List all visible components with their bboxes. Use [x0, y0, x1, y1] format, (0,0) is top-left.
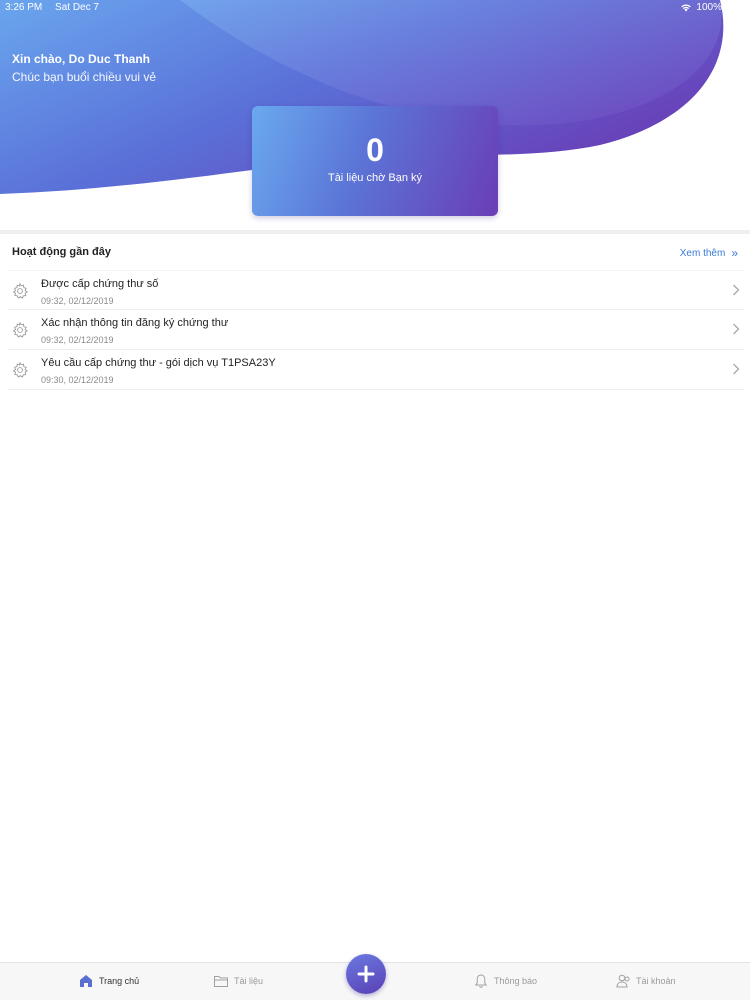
plus-icon — [357, 965, 375, 983]
tab-home-label: Trang chủ — [99, 976, 140, 986]
pending-documents-card[interactable]: 0 Tài liệu chờ Bạn ký — [252, 106, 498, 216]
tab-documents-label: Tài liệu — [234, 976, 264, 986]
activity-item[interactable]: Được cấp chứng thư số 09:32, 02/12/2019 — [8, 270, 744, 310]
double-chevron-right-icon: » — [731, 246, 738, 260]
activity-title: Xác nhận thông tin đăng ký chứng thư — [41, 317, 229, 329]
chevron-right-icon — [733, 323, 740, 335]
activity-time: 09:32, 02/12/2019 — [41, 296, 114, 306]
activity-time: 09:30, 02/12/2019 — [41, 375, 114, 385]
pending-label: Tài liệu chờ Bạn ký — [327, 172, 423, 184]
status-bar: 3:26 PM Sat Dec 7 100% — [0, 0, 750, 16]
user-icon — [616, 974, 630, 988]
activity-list: Được cấp chứng thư số 09:32, 02/12/2019 … — [0, 270, 750, 390]
recent-activity-header: Hoạt động gần đây Xem thêm » — [0, 240, 750, 266]
activity-item[interactable]: Xác nhận thông tin đăng ký chứng thư 09:… — [8, 310, 744, 350]
battery-icon — [726, 3, 746, 12]
chevron-right-icon — [733, 363, 740, 375]
tab-notifications[interactable]: Thông báo — [473, 973, 537, 989]
wifi-icon — [681, 4, 692, 12]
status-time: 3:26 PM — [5, 2, 43, 13]
pending-count: 0 — [366, 132, 384, 168]
recent-activity-title: Hoạt động gần đây — [12, 246, 111, 258]
tab-documents[interactable]: Tài liệu — [213, 973, 263, 989]
gear-icon — [12, 321, 28, 338]
activity-title: Được cấp chứng thư số — [41, 278, 159, 290]
section-divider — [0, 230, 750, 234]
battery-percent: 100% — [696, 2, 722, 13]
add-button[interactable] — [346, 954, 386, 994]
folder-icon — [214, 976, 228, 987]
greeting: Xin chào, Do Duc Thanh Chúc bạn buổi chi… — [12, 52, 156, 84]
activity-item[interactable]: Yêu cầu cấp chứng thư - gói dịch vụ T1PS… — [8, 350, 744, 390]
see-more-link[interactable]: Xem thêm » — [680, 246, 738, 260]
tab-account[interactable]: Tài khoản — [615, 973, 676, 989]
activity-title: Yêu cầu cấp chứng thư - gói dịch vụ T1PS… — [41, 357, 276, 369]
tab-home[interactable]: Trang chủ — [78, 973, 139, 989]
gear-icon — [12, 282, 28, 299]
bell-icon — [474, 974, 488, 988]
chevron-right-icon — [733, 284, 740, 296]
greeting-name: Xin chào, Do Duc Thanh — [12, 52, 151, 66]
tab-notifications-label: Thông báo — [494, 976, 538, 986]
activity-time: 09:32, 02/12/2019 — [41, 335, 114, 345]
greeting-subtitle: Chúc bạn buổi chiều vui vẻ — [12, 70, 157, 84]
status-date: Sat Dec 7 — [55, 2, 99, 13]
home-icon — [80, 975, 92, 987]
gear-icon — [12, 361, 28, 378]
tab-account-label: Tài khoản — [636, 976, 676, 986]
see-more-label: Xem thêm — [679, 247, 726, 259]
